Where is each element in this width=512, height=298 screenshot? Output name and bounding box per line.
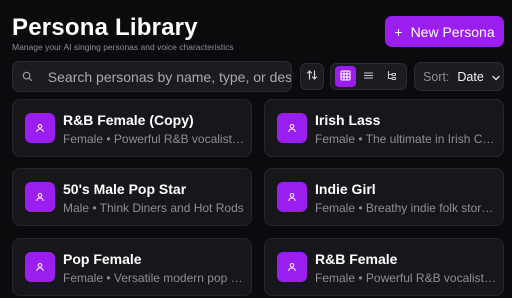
persona-description: Powerful R&B vocalist with soulful runs — [113, 132, 245, 146]
tree-view-button[interactable] — [381, 66, 402, 87]
persona-card[interactable]: Pop Female Female • Versatile modern pop… — [12, 238, 252, 296]
persona-name: Pop Female — [63, 251, 142, 267]
view-toggle-group — [330, 63, 407, 90]
persona-name: Indie Girl — [315, 181, 376, 197]
user-icon — [25, 113, 55, 143]
persona-card[interactable]: R&B Female Female • Powerful R&B vocalis… — [264, 238, 504, 296]
persona-card[interactable]: Indie Girl Female • Breathy indie folk s… — [264, 168, 504, 226]
persona-type: Female — [63, 132, 104, 146]
persona-meta: Female • Versatile modern pop vocalist — [63, 271, 245, 285]
persona-description: Breathy indie folk storyteller — [365, 201, 497, 215]
search-icon — [13, 71, 43, 82]
chevron-down-icon — [492, 70, 500, 84]
persona-card[interactable]: R&B Female (Copy) Female • Powerful R&B … — [12, 99, 252, 157]
persona-meta: Male • Think Diners and Hot Rods — [63, 201, 244, 215]
user-icon — [277, 182, 307, 212]
search-input[interactable] — [42, 68, 291, 85]
search-box[interactable] — [12, 61, 292, 92]
plus-icon: + — [394, 23, 403, 40]
persona-description: Powerful R&B vocalist with soulful runs — [365, 271, 497, 285]
persona-type: Female — [63, 271, 104, 285]
tree-icon — [386, 68, 397, 86]
grid-view-button[interactable] — [335, 66, 356, 87]
persona-meta: Female • Breathy indie folk storyteller — [315, 201, 497, 215]
user-icon — [25, 182, 55, 212]
user-icon — [25, 252, 55, 282]
sort-value: Date — [457, 69, 484, 84]
persona-meta: Female • Powerful R&B vocalist with soul… — [63, 132, 245, 146]
persona-type: Female — [315, 201, 356, 215]
persona-card[interactable]: 50's Male Pop Star Male • Think Diners a… — [12, 168, 252, 226]
persona-type: Female — [315, 271, 356, 285]
persona-name: R&B Female — [315, 251, 398, 267]
sort-order-button[interactable] — [300, 63, 324, 90]
page-title: Persona Library — [12, 14, 198, 41]
sort-label: Sort: — [423, 69, 450, 84]
persona-name: Irish Lass — [315, 112, 381, 128]
persona-meta: Female • The ultimate in Irish Charm — [315, 132, 497, 146]
persona-description: The ultimate in Irish Charm — [365, 132, 497, 146]
sort-select[interactable]: Sort: Date — [414, 62, 504, 91]
user-icon — [277, 252, 307, 282]
persona-type: Male — [63, 201, 90, 215]
grid-icon — [340, 68, 351, 86]
page-subtitle: Manage your AI singing personas and voic… — [12, 42, 234, 52]
persona-name: R&B Female (Copy) — [63, 112, 194, 128]
list-icon — [363, 68, 374, 86]
new-persona-button[interactable]: + New Persona — [385, 16, 504, 47]
persona-type: Female — [315, 132, 356, 146]
new-persona-label: New Persona — [410, 23, 495, 40]
persona-description: Think Diners and Hot Rods — [99, 201, 244, 215]
persona-meta: Female • Powerful R&B vocalist with soul… — [315, 271, 497, 285]
persona-name: 50's Male Pop Star — [63, 181, 187, 197]
persona-card[interactable]: Irish Lass Female • The ultimate in Iris… — [264, 99, 504, 157]
persona-description: Versatile modern pop vocalist — [113, 271, 245, 285]
sort-arrows-icon — [306, 68, 318, 86]
user-icon — [277, 113, 307, 143]
list-view-button[interactable] — [358, 66, 379, 87]
